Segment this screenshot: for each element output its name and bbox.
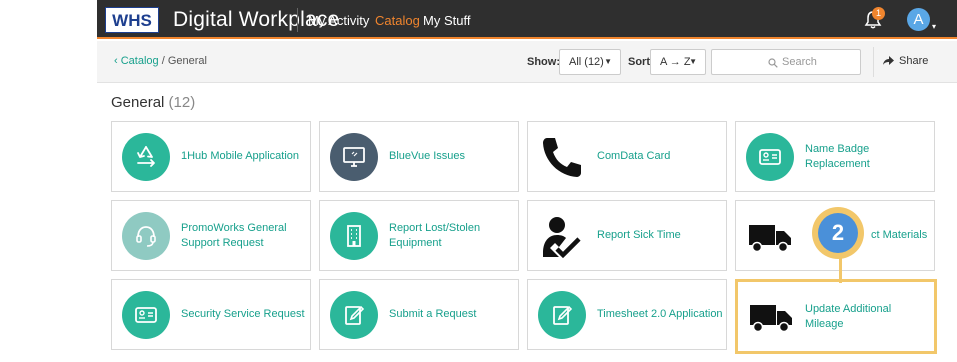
catalog-tile-promoworks-general-support-request[interactable]: PromoWorks General Support Request (111, 200, 311, 271)
show-select[interactable]: All (12) ▼ (559, 49, 621, 75)
monitor-icon (330, 133, 378, 181)
section-title-text: General (111, 94, 165, 111)
section-title: General (12) (111, 94, 195, 111)
tile-label: Update Additional Mileage (805, 302, 892, 330)
catalog-tile-update-additional-mileage[interactable]: Update Additional Mileage (735, 279, 937, 354)
id-card-icon (746, 133, 794, 181)
left-margin (0, 0, 97, 362)
breadcrumb: ‹ Catalog / General (114, 55, 207, 67)
catalog-tile-bluevue-issues[interactable]: BlueVue Issues (319, 121, 519, 192)
whs-logo: WHS (105, 6, 159, 33)
catalog-tile-1hub-mobile-application[interactable]: 1Hub Mobile Application (111, 121, 311, 192)
phone-icon (538, 133, 586, 181)
headset-icon (122, 212, 170, 260)
nav-my-stuff[interactable]: My Stuff (423, 13, 470, 28)
catalog-tile-report-sick-time[interactable]: Report Sick Time (527, 200, 727, 271)
catalog-toolbar: ‹ Catalog / General Show: All (12) ▼ Sor… (97, 41, 957, 83)
tile-label: PromoWorks General Support Request (181, 221, 287, 249)
nav-my-activity[interactable]: My Activity (308, 13, 369, 28)
chevron-down-icon: ▼ (604, 57, 612, 66)
catalog-tile-name-badge-replacement[interactable]: Name Badge Replacement (735, 121, 935, 192)
app-window: WHS Digital Workplace My Activity Catalo… (97, 0, 957, 362)
sort-select-value: A → Z (660, 56, 691, 68)
brand[interactable]: WHS Digital Workplace (105, 6, 339, 33)
tile-label: Name Badge Replacement (805, 142, 870, 170)
search-placeholder: Search (782, 56, 817, 68)
truck-icon (747, 292, 795, 340)
tile-label: Report Lost/Stolen Equipment (389, 221, 481, 249)
chevron-down-icon: ▼ (689, 57, 697, 66)
tile-label: ComData Card (597, 150, 671, 162)
edit-icon (330, 291, 378, 339)
tile-label: BlueVue Issues (389, 150, 466, 162)
tile-label: Timesheet 2.0 Application (597, 308, 723, 320)
search-input[interactable]: Search (711, 49, 861, 75)
share-arrow-icon (883, 56, 894, 65)
truck-icon (746, 212, 794, 260)
top-navbar: WHS Digital Workplace My Activity Catalo… (97, 0, 957, 39)
user-check-icon (538, 212, 586, 260)
avatar[interactable]: A (907, 8, 930, 31)
catalog-tile-timesheet-2-0-application[interactable]: Timesheet 2.0 Application (527, 279, 727, 350)
step-number: 2 (818, 213, 858, 253)
catalog-tile-submit-a-request[interactable]: Submit a Request (319, 279, 519, 350)
breadcrumb-catalog-link[interactable]: ‹ Catalog (114, 55, 159, 67)
callout-connector (839, 255, 842, 283)
catalog-tile-comdata-card[interactable]: ComData Card (527, 121, 727, 192)
share-label: Share (899, 55, 929, 67)
breadcrumb-separator: / (158, 55, 168, 67)
step-callout-badge: 2 (812, 207, 864, 259)
tile-label: ct Materials (871, 229, 928, 241)
section-count: (12) (168, 94, 196, 111)
chevron-down-icon[interactable]: ▾ (932, 22, 936, 31)
edit-icon (538, 291, 586, 339)
breadcrumb-current: General (167, 55, 207, 67)
tile-label: Report Sick Time (597, 229, 681, 241)
building-icon (330, 212, 378, 260)
tile-label: Security Service Request (181, 308, 305, 320)
logo-text: WHS (112, 11, 152, 30)
catalog-tile-security-service-request[interactable]: Security Service Request (111, 279, 311, 350)
show-select-value: All (12) (569, 56, 604, 68)
search-icon (768, 58, 778, 68)
show-label: Show: (527, 56, 560, 68)
nav-divider (297, 8, 298, 32)
share-button[interactable]: Share (883, 55, 928, 67)
toolbar-divider (873, 47, 874, 77)
recycle-icon (122, 133, 170, 181)
nav-catalog[interactable]: Catalog (375, 13, 420, 28)
catalog-tile-report-lost-stolen-equipment[interactable]: Report Lost/Stolen Equipment (319, 200, 519, 271)
notification-badge: 1 (872, 7, 885, 20)
id-card-icon (122, 291, 170, 339)
sort-select[interactable]: A → Z ▼ (650, 49, 706, 75)
tile-label: Submit a Request (389, 308, 477, 320)
tile-label: 1Hub Mobile Application (181, 150, 300, 162)
